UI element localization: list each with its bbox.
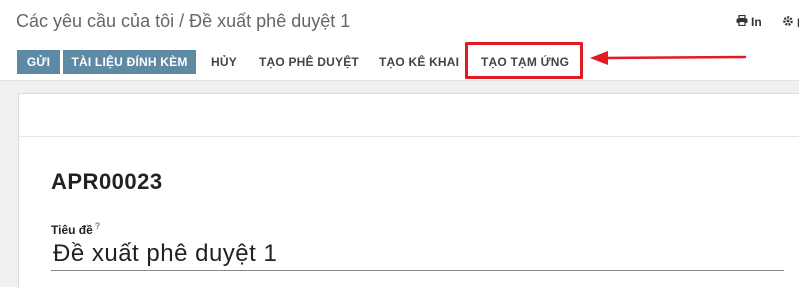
breadcrumb-separator: /	[179, 11, 185, 31]
title-field-label: Tiêu đề?	[51, 221, 100, 237]
record-name: APR00023	[51, 169, 163, 194]
title-label-text: Tiêu đề	[51, 223, 93, 237]
cancel-button[interactable]: HỦY	[211, 50, 237, 74]
create-approval-button[interactable]: TẠO PHÊ DUYỆT	[259, 50, 359, 74]
sheet-divider	[19, 136, 799, 137]
control-panel: Các yêu cầu của tôi / Đề xuất phê duyệt …	[0, 0, 799, 44]
title-field-underline	[51, 270, 784, 271]
form-sheet: APR00023 Tiêu đề? Đề xuất phê duyệt 1	[18, 93, 799, 288]
attachments-button[interactable]: TÀI LIỆU ĐÍNH KÈM	[63, 50, 196, 74]
action-menu-button[interactable]: I	[782, 15, 799, 30]
title-field-input[interactable]: Đề xuất phê duyệt 1	[53, 240, 277, 268]
breadcrumb-current: Đề xuất phê duyệt 1	[189, 11, 351, 31]
breadcrumb: Các yêu cầu của tôi / Đề xuất phê duyệt …	[16, 11, 350, 32]
send-button[interactable]: GỬI	[17, 50, 60, 74]
help-icon[interactable]: ?	[95, 221, 101, 231]
gear-icon	[782, 15, 794, 30]
create-declaration-button[interactable]: TẠO KÊ KHAI	[379, 50, 459, 74]
printer-icon	[736, 14, 748, 29]
annotation-arrow-icon	[590, 51, 747, 65]
print-label: In	[751, 15, 762, 29]
highlight-box	[465, 42, 583, 79]
print-button[interactable]: In	[736, 14, 762, 29]
breadcrumb-parent-link[interactable]: Các yêu cầu của tôi	[16, 11, 174, 31]
